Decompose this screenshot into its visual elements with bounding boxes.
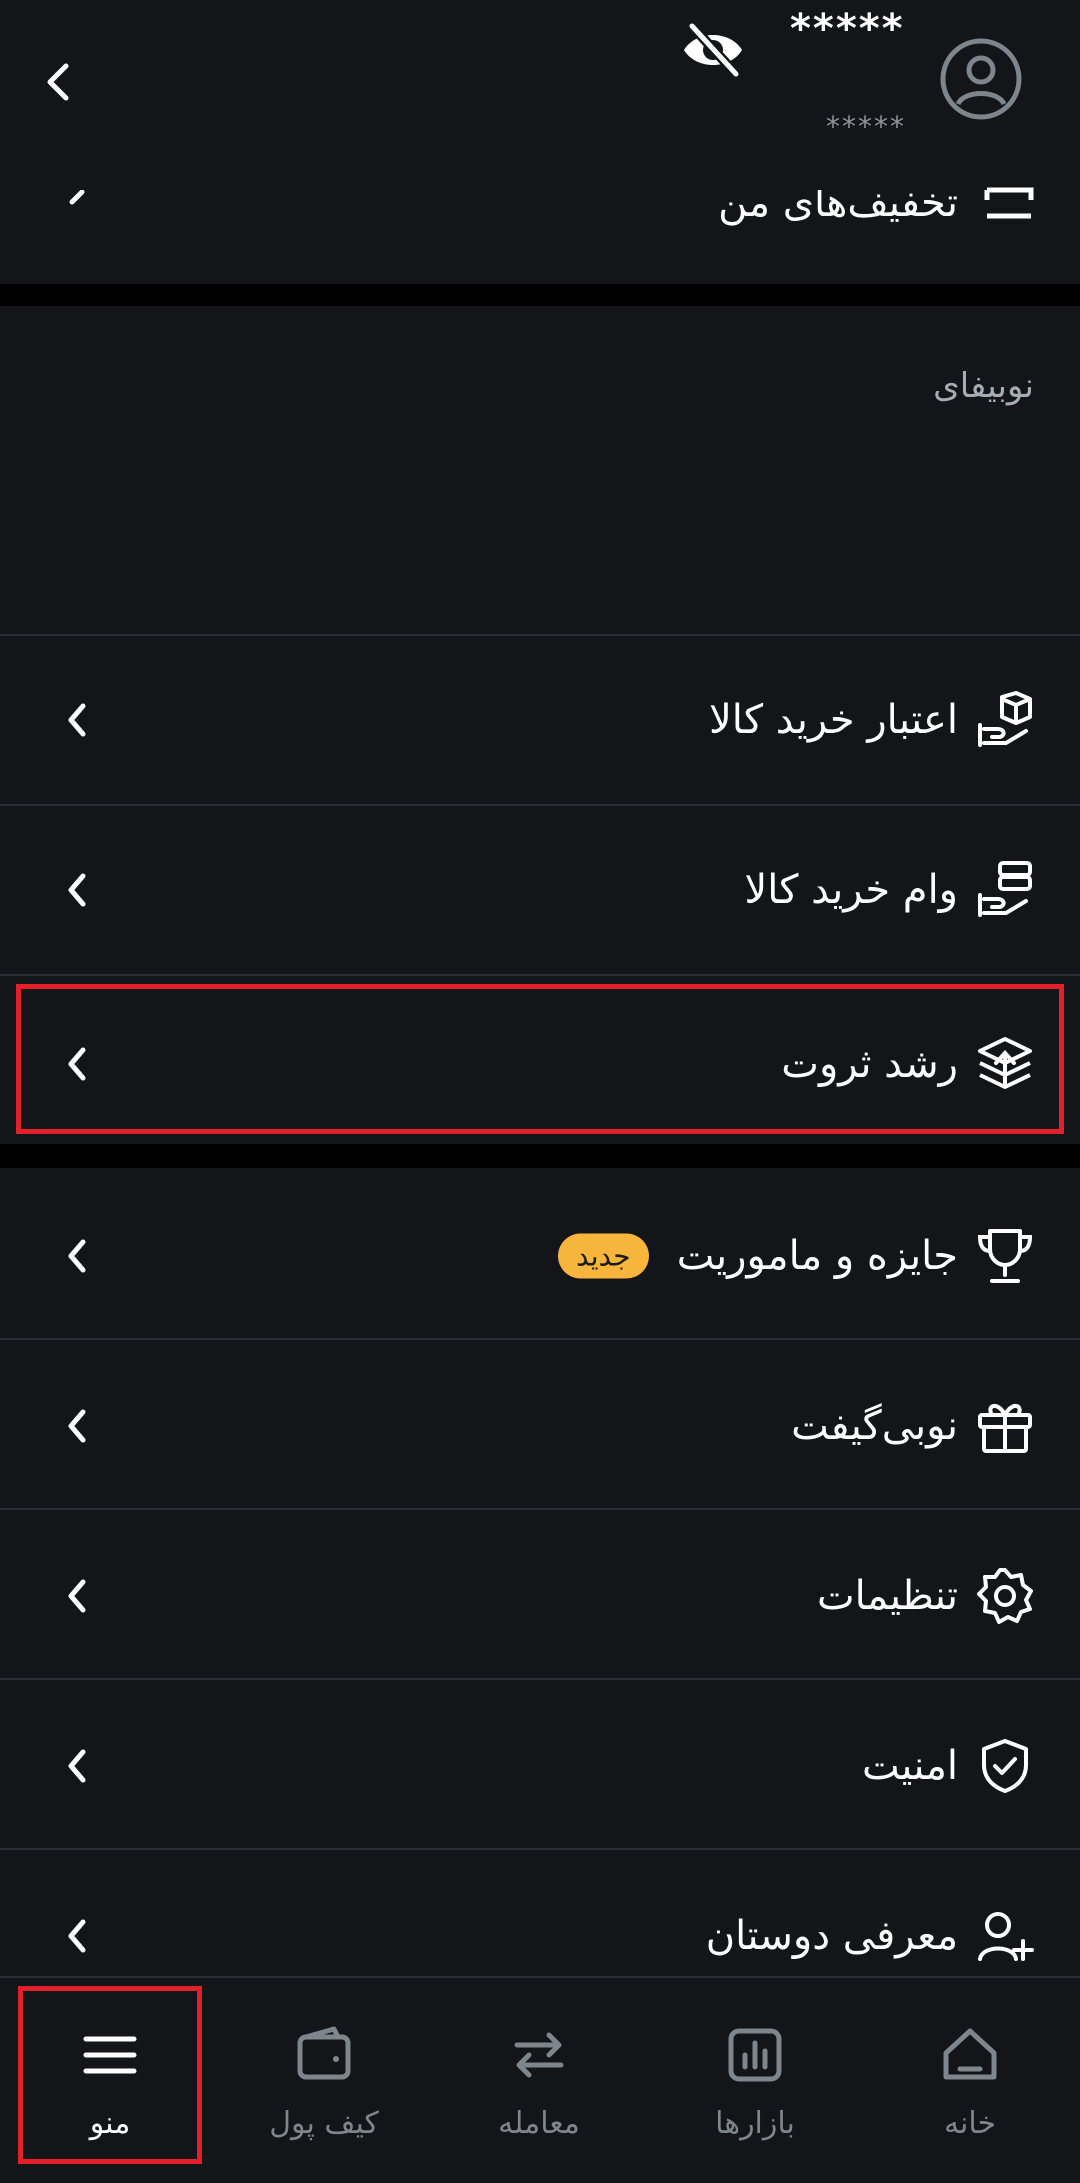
balance-secondary: ***** (826, 110, 906, 143)
divider (0, 1678, 1080, 1680)
user-plus-icon (978, 1912, 1034, 1961)
menu-item-settings[interactable]: تنظیمات (0, 1512, 1080, 1680)
chart-icon (728, 2028, 782, 2082)
hand-loan-icon (978, 861, 1032, 917)
chevron-left-icon (68, 1409, 86, 1443)
avatar-icon[interactable] (938, 36, 1024, 122)
nav-label: بازارها (715, 2106, 795, 2141)
menu-item-label: تنظیمات (816, 1573, 958, 1619)
highlight-box-wealth-growth (16, 984, 1064, 1134)
divider (0, 974, 1080, 976)
gift-icon (978, 1404, 1032, 1453)
menu-item-label: اعتبار خرید کالا (708, 697, 958, 743)
menu-item-label: وام خرید کالا (744, 867, 958, 913)
chevron-left-icon (68, 703, 86, 737)
gear-icon (977, 1568, 1033, 1624)
coupon-icon (984, 187, 1034, 219)
wallet-icon (297, 2026, 351, 2080)
divider (0, 1508, 1080, 1510)
highlight-box-menu (18, 1986, 202, 2164)
chevron-left-icon (68, 1579, 86, 1613)
menu-item-label: نوبی‌گیفت (791, 1403, 958, 1449)
menu-item-goods-credit[interactable]: اعتبار خرید کالا (0, 636, 1080, 804)
nav-label: خانه (943, 2106, 997, 2141)
divider (0, 1338, 1080, 1340)
menu-item-label: معرفی دوستان (705, 1913, 958, 1959)
nav-markets[interactable]: بازارها (655, 1990, 855, 2170)
nav-trade[interactable]: معامله (439, 1990, 639, 2170)
menu-item-label: امنیت (862, 1743, 958, 1789)
hand-package-icon (978, 691, 1032, 747)
menu-item-nobigift[interactable]: نوبی‌گیفت (0, 1342, 1080, 1510)
menu-item-security[interactable]: امنیت (0, 1682, 1080, 1850)
shield-check-icon (982, 1739, 1028, 1793)
back-arrow-icon[interactable] (40, 60, 76, 104)
balance-primary: ***** (790, 6, 905, 52)
eye-off-icon[interactable] (680, 22, 746, 78)
chevron-left-icon (68, 873, 86, 907)
chevron-left-icon (68, 1239, 86, 1273)
nav-label: معامله (498, 2106, 580, 2141)
chevron-left-icon (68, 1749, 86, 1783)
section-title: نوبیفای (933, 366, 1034, 406)
top-panel (0, 0, 1080, 284)
nav-home[interactable]: خانه (870, 1990, 1070, 2170)
home-icon (943, 2028, 997, 2080)
new-badge: جدید (558, 1233, 649, 1279)
swap-icon (514, 2032, 564, 2078)
chevron-left-icon (69, 190, 85, 205)
trophy-icon (977, 1229, 1033, 1283)
nav-label: کیف پول (269, 2106, 379, 2141)
nav-wallet[interactable]: کیف پول (224, 1990, 424, 2170)
menu-item-goods-loan[interactable]: وام خرید کالا (0, 806, 1080, 974)
chevron-left-icon (68, 1919, 86, 1953)
menu-item-label: جایزه و ماموریت (676, 1233, 958, 1279)
divider (0, 1848, 1080, 1850)
menu-item-rewards-missions[interactable]: جایزه و ماموریت جدید (0, 1172, 1080, 1340)
